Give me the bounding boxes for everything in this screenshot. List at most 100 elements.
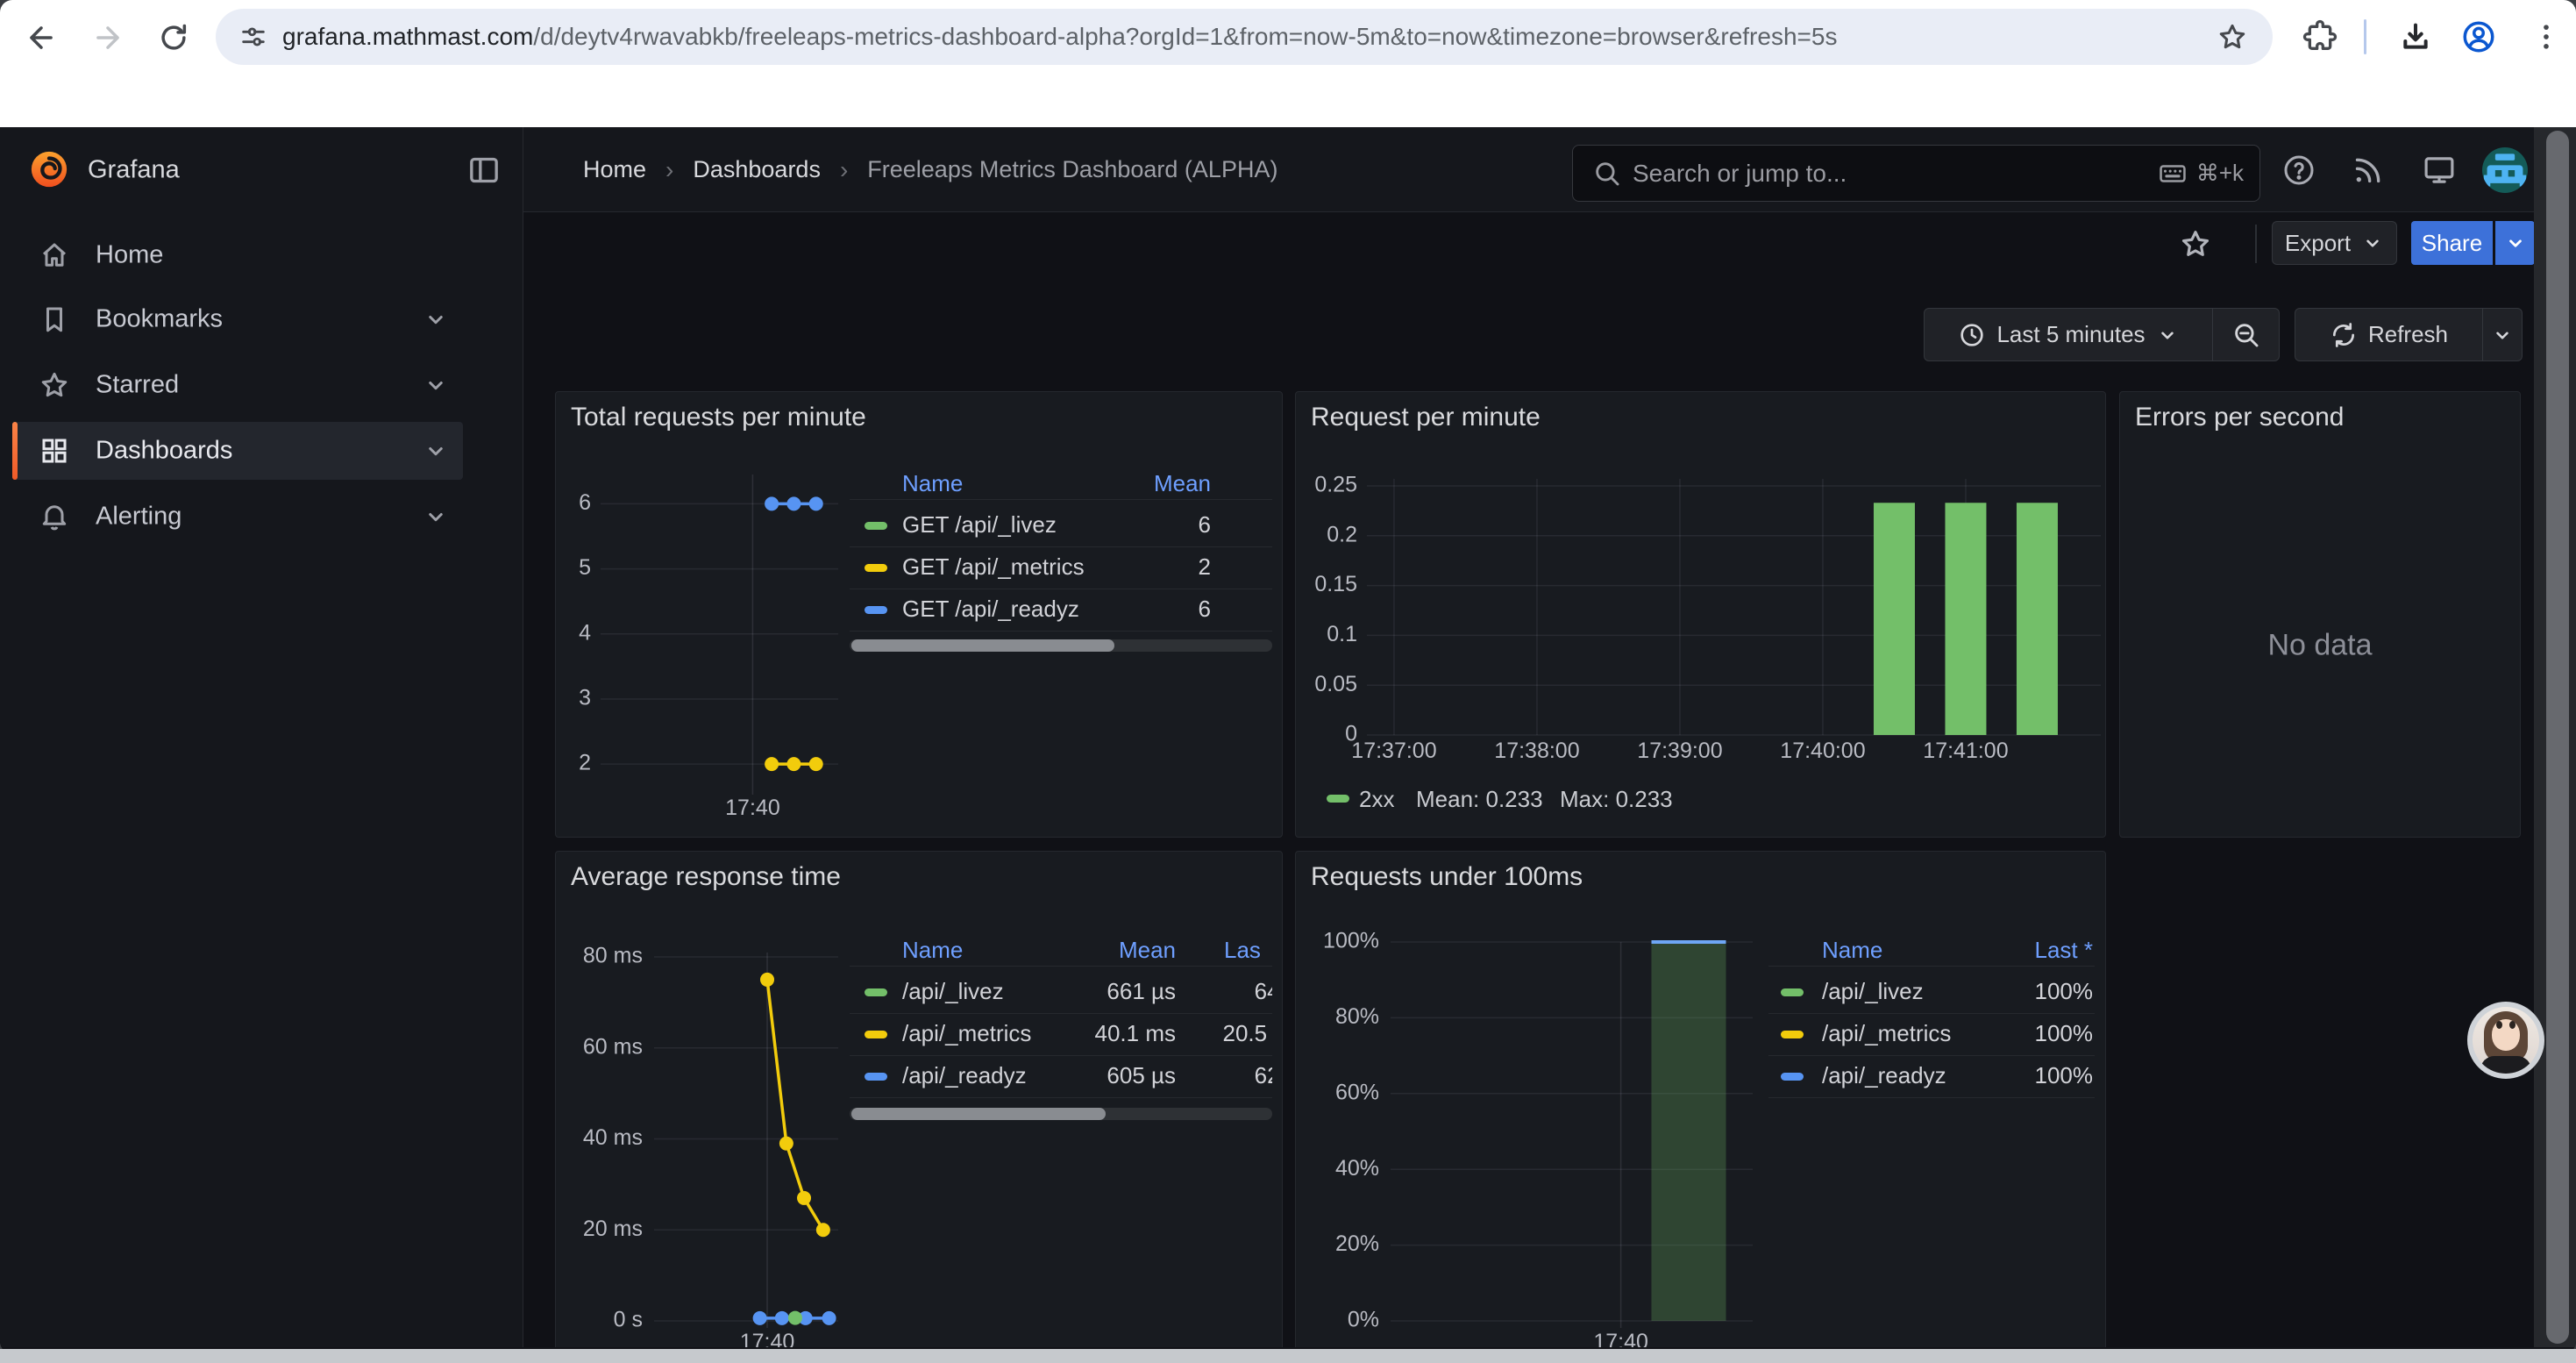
menu-kebab-icon[interactable] (2529, 19, 2564, 54)
legend-separator (1768, 966, 2095, 967)
url-domain: grafana.mathmast.com (282, 23, 533, 50)
grafana-logo[interactable] (29, 149, 69, 189)
refresh-controls: Refresh (2295, 308, 2523, 361)
legend-header-Mean[interactable]: Mean (850, 937, 1176, 964)
news-rss-icon[interactable] (2351, 153, 2386, 188)
svg-text:0.05: 0.05 (1314, 672, 1357, 696)
refresh-interval-dropdown[interactable] (2482, 308, 2523, 361)
legend-scrollbar[interactable] (850, 639, 1272, 652)
legend-scrollbar-thumb[interactable] (851, 1108, 1106, 1120)
sidebar-item-starred[interactable]: Starred (12, 356, 463, 414)
svg-text:0 s: 0 s (614, 1308, 643, 1332)
svg-text:80 ms: 80 ms (583, 944, 643, 968)
help-icon[interactable] (2281, 153, 2316, 188)
svg-text:17:37:00: 17:37:00 (1351, 739, 1436, 763)
search-shortcut: ⌘+k (2158, 159, 2244, 189)
profile-icon[interactable] (2460, 18, 2497, 55)
svg-text:0.15: 0.15 (1314, 572, 1357, 596)
scrollbar-thumb[interactable] (2546, 131, 2569, 1344)
svg-text:40 ms: 40 ms (583, 1125, 643, 1150)
reload-icon[interactable] (157, 21, 190, 54)
bookmarks-bar: Freeleaps 收藏博客 (0, 74, 2576, 127)
page-scrollbar[interactable] (2534, 127, 2576, 1347)
svg-text:0.25: 0.25 (1314, 473, 1357, 497)
svg-text:20%: 20% (1335, 1231, 1379, 1256)
panel-errors-per-second: Errors per second No data (2119, 391, 2521, 838)
search-input[interactable]: Search or jump to... ⌘+k (1572, 145, 2260, 202)
legend-header-Las[interactable]: Las (1224, 937, 1261, 964)
keyboard-icon (2158, 159, 2188, 189)
svg-text:0.2: 0.2 (1327, 522, 1357, 546)
panel-title: Errors per second (2135, 403, 2344, 432)
user-avatar[interactable] (2482, 147, 2528, 193)
download-icon[interactable] (2398, 19, 2433, 54)
chevron-down-icon (2504, 232, 2527, 254)
legend-cell: 6 (850, 511, 1211, 539)
dock-toggle-icon[interactable] (466, 153, 502, 188)
share-dropdown-button[interactable] (2495, 221, 2534, 265)
chevron-down-icon[interactable] (423, 306, 449, 332)
svg-text:17:40: 17:40 (1593, 1330, 1648, 1347)
extensions-icon[interactable] (2302, 19, 2338, 54)
legend-separator (1768, 1097, 2095, 1098)
chevron-down-icon[interactable] (423, 503, 449, 530)
legend-header-Last *[interactable]: Last * (1768, 937, 2093, 964)
legend-separator (850, 546, 1272, 547)
sidebar-item-bookmarks[interactable]: Bookmarks (12, 290, 463, 348)
back-icon[interactable] (25, 21, 58, 54)
svg-text:2: 2 (579, 751, 591, 775)
sidebar-item-label: Home (96, 241, 163, 270)
search-placeholder: Search or jump to... (1633, 160, 1847, 188)
export-button[interactable]: Export (2272, 221, 2397, 265)
time-range-picker[interactable]: Last 5 minutes (1924, 308, 2213, 361)
svg-text:0%: 0% (1348, 1308, 1379, 1332)
sidebar-item-alerting[interactable]: Alerting (12, 488, 463, 546)
toolbar-divider (2364, 19, 2366, 54)
bookmark-star-icon[interactable] (2217, 21, 2248, 53)
legend[interactable]: 2xx Mean: 0.233 Max: 0.233 (1296, 784, 2106, 819)
site-settings-icon[interactable] (238, 22, 268, 52)
chevron-down-icon[interactable] (423, 372, 449, 398)
avatar-illustration (2473, 1007, 2539, 1074)
panel-average-response-time: Average response time 80 ms60 ms40 ms20 … (555, 851, 1283, 1347)
legend-series-name[interactable]: 2xx (1359, 786, 1394, 813)
monitor-icon[interactable] (2421, 152, 2458, 189)
refresh-button[interactable]: Refresh (2295, 308, 2483, 361)
dashboard-canvas: Export Share Last 5 minutes (523, 212, 2534, 1347)
zoom-out-button[interactable] (2213, 308, 2280, 361)
share-button[interactable]: Share (2411, 221, 2493, 265)
breadcrumb-dashboards[interactable]: Dashboards (693, 156, 821, 183)
bookmark-icon (39, 303, 70, 335)
address-bar[interactable]: grafana.mathmast.com/d/deytv4rwavabkb/fr… (216, 9, 2273, 65)
grafana-app: Grafana Home Bookmarks Starred (0, 127, 2576, 1347)
browser-toolbar: grafana.mathmast.com/d/deytv4rwavabkb/fr… (0, 0, 2576, 127)
legend-cell: 646 (850, 978, 1272, 1005)
legend-cell: 2 (850, 553, 1211, 581)
legend-header-Mean[interactable]: Mean (850, 470, 1211, 497)
sidebar-item-dashboards[interactable]: Dashboards (12, 422, 463, 480)
legend-separator (850, 1097, 1272, 1098)
url-text: grafana.mathmast.com/d/deytv4rwavabkb/fr… (282, 23, 1837, 51)
bell-icon (39, 501, 70, 532)
sidebar-item-label: Bookmarks (96, 305, 223, 334)
sidebar: Grafana Home Bookmarks Starred (0, 127, 523, 1347)
forward-icon[interactable] (91, 21, 125, 54)
legend-scrollbar[interactable] (850, 1108, 1272, 1120)
url-path: /d/deytv4rwavabkb/freeleaps-metrics-dash… (533, 23, 1837, 50)
floating-avatar[interactable] (2467, 1002, 2544, 1079)
home-icon (39, 239, 70, 271)
avatar-pixel-art (2482, 147, 2528, 193)
legend-separator (850, 1013, 1272, 1014)
controls-divider (2255, 225, 2257, 263)
favorite-star-icon[interactable] (2179, 227, 2212, 260)
chevron-down-icon[interactable] (423, 438, 449, 464)
breadcrumb-home[interactable]: Home (583, 156, 646, 183)
legend-scrollbar-thumb[interactable] (851, 639, 1114, 652)
panel-request-per-minute: Request per minute 0.250.20.150.10.05017… (1295, 391, 2106, 838)
legend-separator (1768, 1013, 2095, 1014)
sidebar-item-home[interactable]: Home (12, 226, 463, 284)
svg-text:100%: 100% (1323, 929, 1379, 953)
svg-text:80%: 80% (1335, 1004, 1379, 1029)
svg-text:17:39:00: 17:39:00 (1637, 739, 1722, 763)
svg-text:17:40: 17:40 (740, 1330, 795, 1347)
